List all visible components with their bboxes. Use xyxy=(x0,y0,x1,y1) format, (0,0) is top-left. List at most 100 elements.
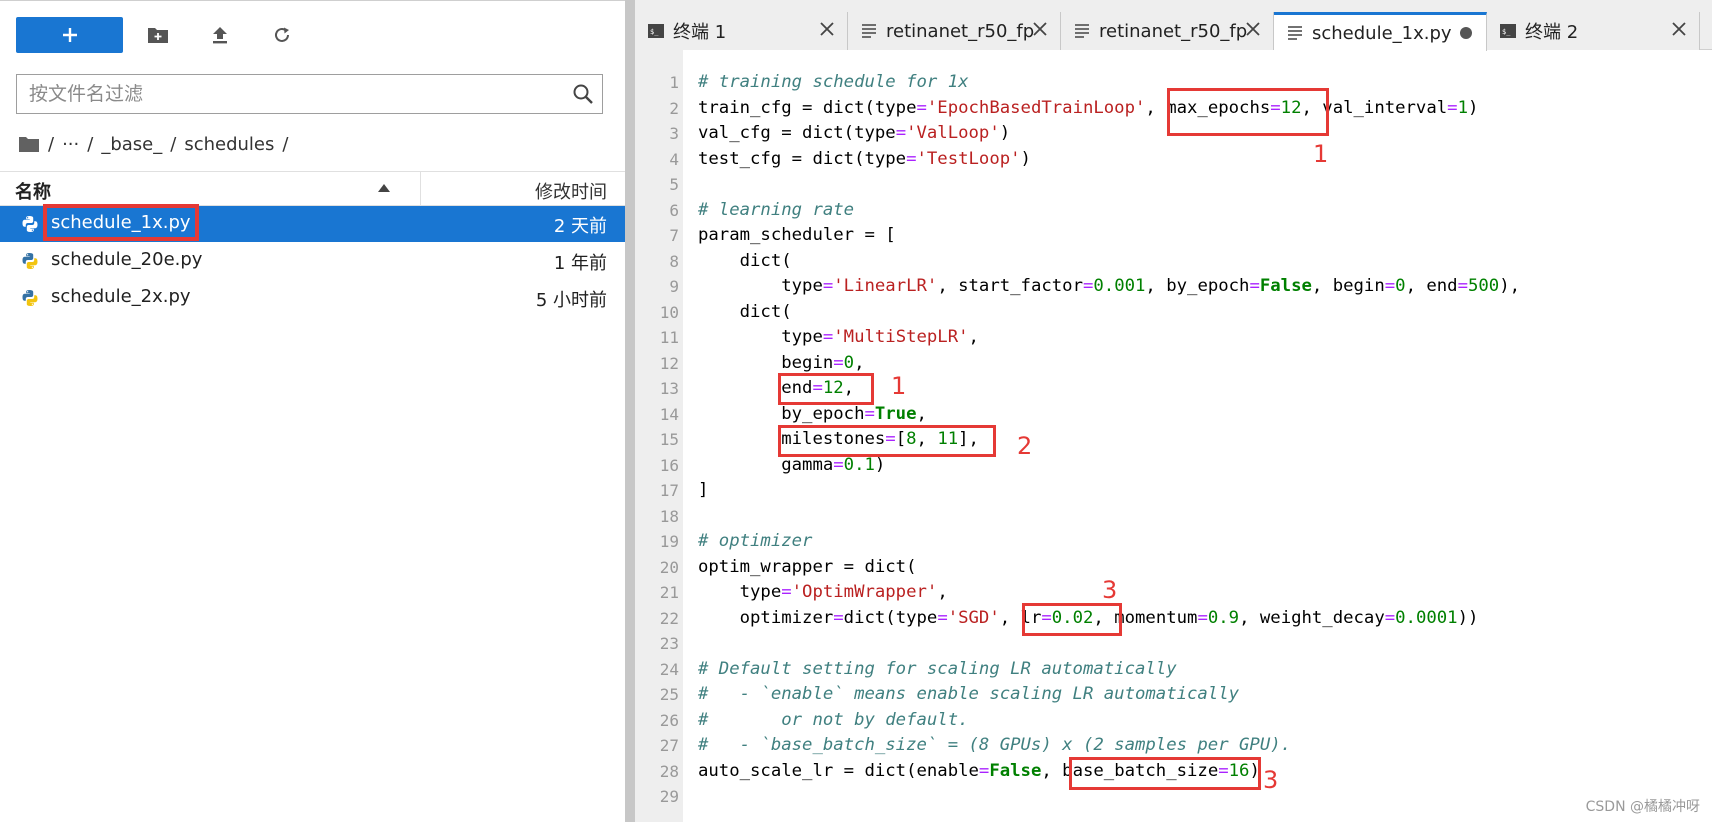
breadcrumb-schedules[interactable]: schedules xyxy=(184,134,274,155)
code-token: = xyxy=(864,403,875,424)
line-number: 22 xyxy=(659,608,679,628)
close-icon[interactable] xyxy=(1032,21,1048,37)
breadcrumb-ellipsis[interactable]: ··· xyxy=(62,134,79,155)
code-line[interactable]: 8 dict( xyxy=(635,249,1712,275)
code-token: # learning rate xyxy=(698,199,855,220)
code-line[interactable]: 21 type='OptimWrapper', xyxy=(635,580,1712,606)
file-name: schedule_2x.py xyxy=(51,286,191,307)
code-token: # - `enable` means enable scaling LR aut… xyxy=(698,684,1240,704)
file-row[interactable]: schedule_1x.py 2 天前 xyxy=(0,204,625,242)
tab-retinanet-2[interactable]: retinanet_r50_fp xyxy=(1061,12,1274,50)
line-number: 14 xyxy=(659,404,679,424)
code-line[interactable]: 14 by_epoch=True, xyxy=(635,402,1712,428)
python-file-icon xyxy=(21,289,39,307)
code-token: = xyxy=(1457,276,1468,296)
code-token: optim_wrapper = dict( xyxy=(698,556,917,577)
code-line[interactable]: 10 dict( xyxy=(635,300,1712,326)
code-line[interactable]: 20 optim_wrapper = dict( xyxy=(635,555,1712,581)
code-line[interactable]: 26 # or not by default. xyxy=(635,708,1712,734)
breadcrumb-sep: / xyxy=(87,133,94,155)
svg-text:$_: $_ xyxy=(1502,28,1511,36)
tab-retinanet-1[interactable]: retinanet_r50_fp xyxy=(848,12,1061,50)
line-number: 25 xyxy=(659,685,679,704)
close-icon[interactable] xyxy=(1245,21,1261,37)
code-token: = xyxy=(1249,276,1260,296)
upload-button[interactable] xyxy=(202,17,238,53)
column-name-header[interactable]: 名称 xyxy=(15,178,51,204)
line-number: 2 xyxy=(669,98,679,118)
text-file-icon xyxy=(1288,26,1302,40)
breadcrumb-base[interactable]: _base_ xyxy=(101,134,162,155)
code-token: )) xyxy=(1457,607,1479,628)
code-line[interactable]: 4 test_cfg = dict(type='TestLoop') xyxy=(635,147,1712,173)
code-line[interactable]: 11 type='MultiStepLR', xyxy=(635,325,1712,351)
tab-label: retinanet_r50_fp xyxy=(886,20,1035,42)
code-token: = xyxy=(937,607,948,628)
new-folder-button[interactable] xyxy=(140,17,176,53)
code-line[interactable]: 22 optimizer=dict(type='SGD', lr=0.02, m… xyxy=(635,606,1712,632)
code-token: 'OptimWrapper' xyxy=(791,582,938,602)
code-token: ), xyxy=(1499,276,1521,296)
code-line[interactable]: 17] xyxy=(635,478,1712,504)
sort-ascending-icon[interactable] xyxy=(378,184,390,192)
code-token: type xyxy=(698,327,823,347)
code-token: val_cfg = dict(type xyxy=(698,123,896,143)
file-modified: 1 年前 xyxy=(553,253,607,274)
code-line[interactable]: 6 # learning rate xyxy=(635,198,1712,224)
search-icon[interactable] xyxy=(572,83,594,105)
tab-schedule-1x[interactable]: schedule_1x.py xyxy=(1274,12,1487,51)
code-text: # learning rate xyxy=(698,198,854,224)
column-modified-header[interactable]: 修改时间 xyxy=(535,178,607,204)
code-line[interactable]: 7 param_scheduler = [ xyxy=(635,223,1712,249)
code-line[interactable]: 9 type='LinearLR', start_factor=0.001, b… xyxy=(635,274,1712,300)
unsaved-dot-icon[interactable] xyxy=(1460,27,1472,39)
column-divider[interactable] xyxy=(420,172,421,205)
panel-splitter[interactable] xyxy=(625,0,635,822)
tab-terminal-1[interactable]: $_ 终端 1 xyxy=(635,12,848,50)
file-filter-input[interactable] xyxy=(29,75,549,113)
file-modified: 2 天前 xyxy=(553,216,607,237)
terminal-icon: $_ xyxy=(648,24,664,38)
code-text: # Default setting for scaling LR automat… xyxy=(698,657,1177,683)
code-line[interactable]: 25 # - `enable` means enable scaling LR a… xyxy=(635,682,1712,708)
close-icon[interactable] xyxy=(819,21,835,37)
code-line[interactable]: 27 # - `base_batch_size` = (8 GPUs) x (2 … xyxy=(635,733,1712,759)
line-number: 15 xyxy=(659,430,679,449)
new-launcher-button[interactable] xyxy=(16,17,123,53)
file-row[interactable]: schedule_2x.py 5 小时前 xyxy=(0,280,625,316)
code-text: # - `base_batch_size` = (8 GPUs) x (2 sa… xyxy=(698,733,1291,759)
line-number: 19 xyxy=(659,532,679,551)
tab-terminal-2[interactable]: $_ 终端 2 xyxy=(1487,12,1700,50)
code-token: , start_factor xyxy=(937,276,1083,296)
python-file-icon xyxy=(21,252,39,270)
code-token: = xyxy=(978,760,990,781)
code-text: dict( xyxy=(698,300,792,326)
code-line[interactable]: 18 xyxy=(635,504,1712,530)
code-line[interactable]: 19 # optimizer xyxy=(635,529,1712,555)
file-browser-panel: / ··· / _base_ / schedules / 名称 修改时间 sch… xyxy=(0,0,625,823)
code-line[interactable]: 23 xyxy=(635,631,1712,657)
code-token: ) xyxy=(1020,148,1031,169)
file-row[interactable]: schedule_20e.py 1 年前 xyxy=(0,243,625,279)
line-number: 10 xyxy=(659,302,679,322)
code-token: False xyxy=(1259,276,1312,296)
breadcrumb: / ··· / _base_ / schedules / xyxy=(18,131,296,157)
code-text: # optimizer xyxy=(698,529,812,555)
python-file-icon xyxy=(21,215,39,233)
code-token: = xyxy=(1082,276,1094,296)
code-token: = xyxy=(781,582,792,602)
code-token: param_scheduler = [ xyxy=(698,225,896,245)
code-token: # or not by default. xyxy=(698,709,969,730)
code-line[interactable]: 5 xyxy=(635,172,1712,198)
code-text: by_epoch=True, xyxy=(698,402,927,428)
code-text: param_scheduler = [ xyxy=(698,223,896,249)
breadcrumb-sep: / xyxy=(282,133,289,155)
code-token: ) xyxy=(999,123,1011,143)
tab-label: schedule_1x.py xyxy=(1312,22,1452,44)
refresh-button[interactable] xyxy=(264,17,300,53)
code-text: # training schedule for 1x xyxy=(698,70,969,96)
code-line[interactable]: 24 # Default setting for scaling LR autom… xyxy=(635,657,1712,683)
folder-icon[interactable] xyxy=(18,135,40,153)
line-number: 9 xyxy=(669,277,679,296)
close-icon[interactable] xyxy=(1671,21,1687,37)
